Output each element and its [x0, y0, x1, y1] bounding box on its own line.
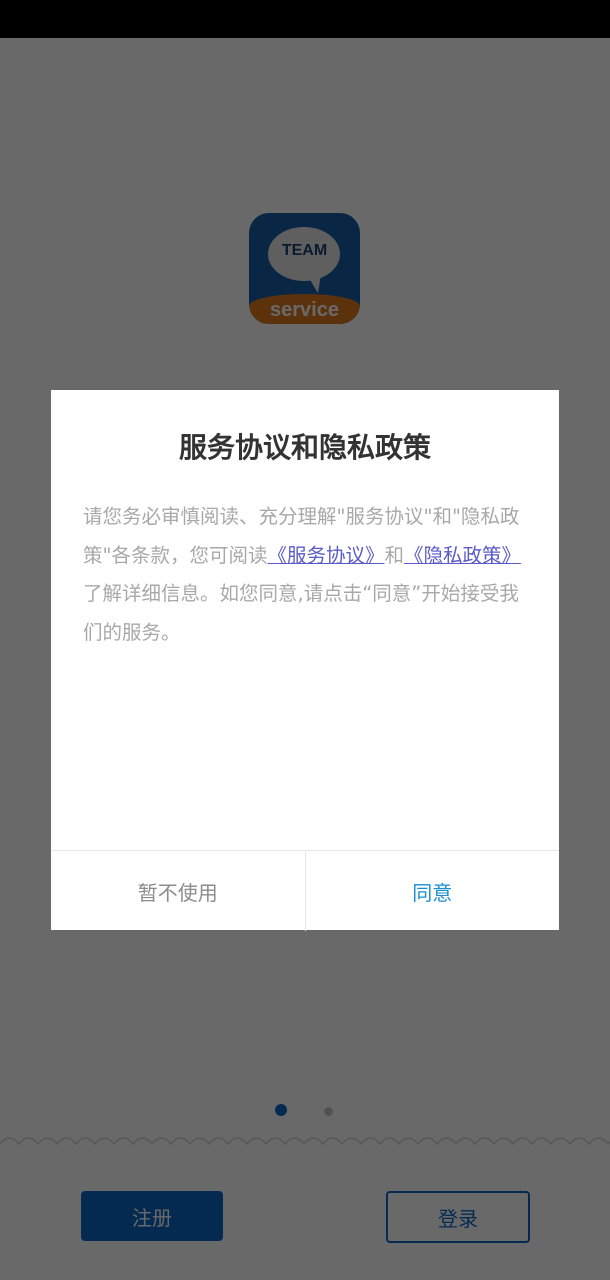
body-text-2: 和: [384, 543, 405, 567]
dialog-footer: 暂不使用 同意: [51, 850, 559, 931]
decline-button[interactable]: 暂不使用: [51, 851, 306, 931]
body-text-3: 了解详细信息。如您同意,请点击“同意”开始接受我们的服务。: [83, 582, 519, 644]
dialog-title: 服务协议和隐私政策: [178, 431, 431, 464]
service-agreement-link[interactable]: 《服务协议》: [267, 544, 384, 567]
dialog-body: 请您务必审慎阅读、充分理解"服务协议"和"隐私政策"各条款，您可阅读《服务协议》…: [83, 498, 531, 652]
privacy-policy-link[interactable]: 《隐私政策》: [404, 544, 521, 567]
privacy-dialog: 服务协议和隐私政策 请您务必审慎阅读、充分理解"服务协议"和"隐私政策"各条款，…: [51, 390, 559, 931]
agree-button[interactable]: 同意: [306, 851, 560, 931]
status-bar: [0, 0, 610, 38]
